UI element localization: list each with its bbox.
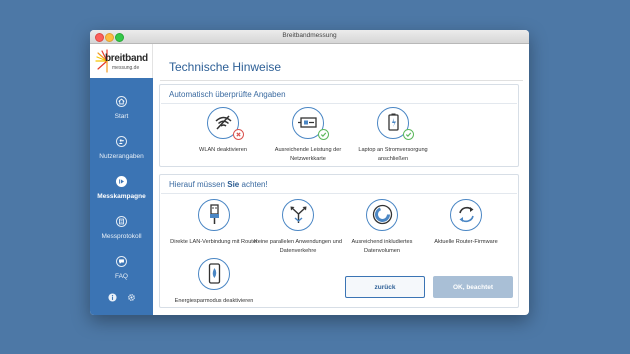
data-volume-icon <box>366 199 398 231</box>
logo-name: breitband <box>105 53 148 64</box>
page-title: Technische Hinweise <box>169 60 282 74</box>
feature-label: Energiesparmodus deaktivieren <box>174 298 254 304</box>
window-title: Breitbandmessung <box>282 32 337 39</box>
lan-plug-icon <box>198 199 230 231</box>
feature-label: Direkte LAN-Verbindung mit Router <box>170 239 258 245</box>
heading-text: Hierauf müssen <box>169 180 228 189</box>
sidebar-item-faq[interactable]: FAQ <box>90 256 153 292</box>
home-icon <box>116 96 127 107</box>
users-icon <box>116 136 127 147</box>
logo: breitband messung.de <box>90 44 153 78</box>
refresh-icon <box>450 199 482 231</box>
ok-badge-icon <box>318 129 329 140</box>
error-badge-icon <box>233 129 244 140</box>
main-content: Technische Hinweise Automatisch überprüf… <box>154 44 529 315</box>
gear-icon[interactable] <box>127 293 136 302</box>
heading-text: achten! <box>239 180 268 189</box>
feature-label: Aktuelle Router-Firmware <box>434 239 498 245</box>
auto-checked-section: Automatisch überprüfte Angaben WLAN deak… <box>159 84 519 167</box>
heading-emphasis: Sie <box>227 180 240 189</box>
parallel-arrows-icon <box>282 199 314 231</box>
sidebar-item-label: Messkampagne <box>97 193 146 200</box>
sidebar: breitband messung.de Start Nutzerangaben… <box>90 44 153 315</box>
sidebar-item-label: Messprotokoll <box>101 233 142 240</box>
ok-badge-icon <box>403 129 414 140</box>
sidebar-item-messprotokoll[interactable]: Messprotokoll <box>90 216 153 252</box>
feature-label: Keine parallelen Anwendungen und Datenve… <box>253 239 343 254</box>
section-heading: Hierauf müssen Sie achten! <box>169 180 268 189</box>
sidebar-item-start[interactable]: Start <box>90 96 153 132</box>
phone-leaf-icon <box>198 258 230 290</box>
document-icon <box>116 216 127 227</box>
app-window: Breitbandmessung breitband messung.de St… <box>90 30 529 315</box>
section-heading: Automatisch überprüfte Angaben <box>169 90 286 99</box>
info-icon[interactable] <box>108 293 117 302</box>
divider <box>161 193 517 194</box>
feature-label: Laptop an Stromversorgung anschließen <box>358 147 428 162</box>
sidebar-item-label: FAQ <box>114 273 128 280</box>
title-bar: Breitbandmessung <box>90 30 529 44</box>
sidebar-item-messkampagne[interactable]: Messkampagne <box>90 176 153 212</box>
ok-button[interactable]: OK, beachtet <box>433 276 513 298</box>
logo-subtitle: messung.de <box>112 65 140 71</box>
feature-label: Ausreichend inkludiertes Datenvolumen <box>351 239 413 254</box>
feature-label: Ausreichende Leistung der Netzwerkkarte <box>274 147 342 162</box>
sidebar-item-label: Nutzerangaben <box>99 153 144 160</box>
back-button[interactable]: zurück <box>345 276 425 298</box>
sidebar-item-label: Start <box>114 113 129 120</box>
sidebar-item-nutzerangaben[interactable]: Nutzerangaben <box>90 136 153 172</box>
feature-label: WLAN deaktivieren <box>199 147 247 153</box>
chat-icon <box>116 256 127 267</box>
play-icon <box>116 176 127 187</box>
divider <box>160 80 523 81</box>
divider <box>161 103 517 104</box>
